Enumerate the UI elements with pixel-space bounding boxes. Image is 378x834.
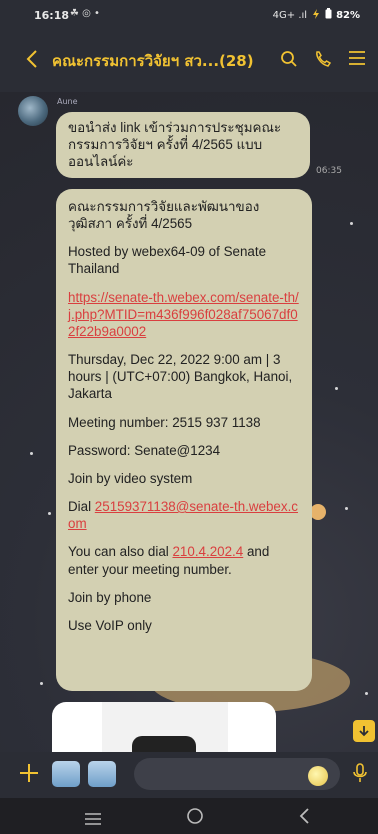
star-decoration: [365, 692, 368, 695]
planet-decoration: [310, 504, 326, 520]
arrow-down-icon: [359, 726, 369, 737]
meeting-password: Password: Senate@1234: [68, 442, 221, 458]
meeting-datetime: Thursday, Dec 22, 2022 9:00 am | 3 hours…: [68, 352, 293, 402]
dial-ip-link[interactable]: 210.4.202.4: [172, 544, 243, 559]
dial-prefix: Dial: [68, 499, 95, 515]
avatar[interactable]: [18, 96, 48, 126]
chat-header: คณะกรรมการวิจัยฯ สว...(28): [0, 30, 378, 92]
menu-icon[interactable]: [348, 50, 366, 72]
nav-back-icon[interactable]: [298, 807, 310, 829]
plus-icon[interactable]: [18, 762, 40, 788]
dial-also-prefix: You can also dial: [68, 544, 173, 560]
star-decoration: [30, 452, 33, 455]
scroll-down-button[interactable]: [353, 720, 375, 742]
message-text: ขอนำส่ง link เข้าร่วมการประชุมคณะกรรมการ…: [68, 120, 282, 170]
status-app-icons: ☘ ◎ •: [70, 8, 100, 19]
status-bar: 16:18 ☘ ◎ • 4G+ .ıl 82%: [0, 0, 378, 30]
battery-icon: [325, 8, 332, 22]
emoji-icon[interactable]: [308, 766, 328, 786]
sender-name: Aune: [57, 97, 78, 106]
message-time: 06:35: [316, 166, 342, 176]
star-decoration: [40, 682, 43, 685]
charging-icon: [311, 8, 321, 22]
star-decoration: [335, 387, 338, 390]
dial-link[interactable]: 25159371138@senate-th.webex.com: [68, 499, 298, 531]
home-icon[interactable]: [186, 807, 204, 829]
meeting-link-paragraph: https://senate-th.webex.com/senate-th/j.…: [68, 289, 300, 340]
camera-icon[interactable]: [52, 761, 80, 787]
phone-icon[interactable]: [314, 50, 332, 72]
battery-percent: 82%: [336, 9, 360, 21]
link-preview-card[interactable]: [52, 702, 276, 752]
status-time: 16:18: [34, 9, 70, 22]
meeting-title: คณะกรรมการวิจัยและพัฒนาของวุฒิสภา ครั้งท…: [68, 199, 260, 232]
status-right: 4G+ .ıl 82%: [273, 8, 360, 22]
voip-label: Use VoIP only: [68, 617, 152, 633]
star-decoration: [48, 512, 51, 515]
meeting-number: Meeting number: 2515 937 1138: [68, 414, 261, 430]
image-icon[interactable]: [88, 761, 116, 787]
star-decoration: [345, 507, 348, 510]
dial-paragraph: Dial 25159371138@senate-th.webex.com: [68, 498, 300, 532]
dial-also-paragraph: You can also dial 210.4.202.4 and enter …: [68, 543, 300, 577]
header-actions: [280, 50, 366, 72]
chat-area[interactable]: Aune ขอนำส่ง link เข้าร่วมการประชุมคณะกร…: [0, 92, 378, 752]
meeting-link[interactable]: https://senate-th.webex.com/senate-th/j.…: [68, 290, 299, 339]
preview-logo: [132, 736, 196, 752]
message-bubble[interactable]: คณะกรรมการวิจัยและพัฒนาของวุฒิสภา ครั้งท…: [56, 189, 312, 691]
network-icon: 4G+ .ıl: [272, 9, 308, 21]
meeting-host: Hosted by webex64-09 of Senate Thailand: [68, 244, 267, 277]
recent-apps-icon[interactable]: [84, 810, 102, 829]
star-decoration: [350, 222, 353, 225]
search-icon[interactable]: [280, 50, 298, 72]
join-video-label: Join by video system: [68, 470, 193, 486]
back-arrow-icon[interactable]: [26, 50, 52, 72]
message-bubble[interactable]: ขอนำส่ง link เข้าร่วมการประชุมคณะกรรมการ…: [56, 112, 310, 178]
chat-title[interactable]: คณะกรรมการวิจัยฯ สว...(28): [52, 49, 280, 73]
input-bar: [0, 752, 378, 798]
system-nav-bar: [0, 798, 378, 834]
microphone-icon[interactable]: [352, 762, 368, 788]
join-phone-label: Join by phone: [68, 589, 152, 605]
